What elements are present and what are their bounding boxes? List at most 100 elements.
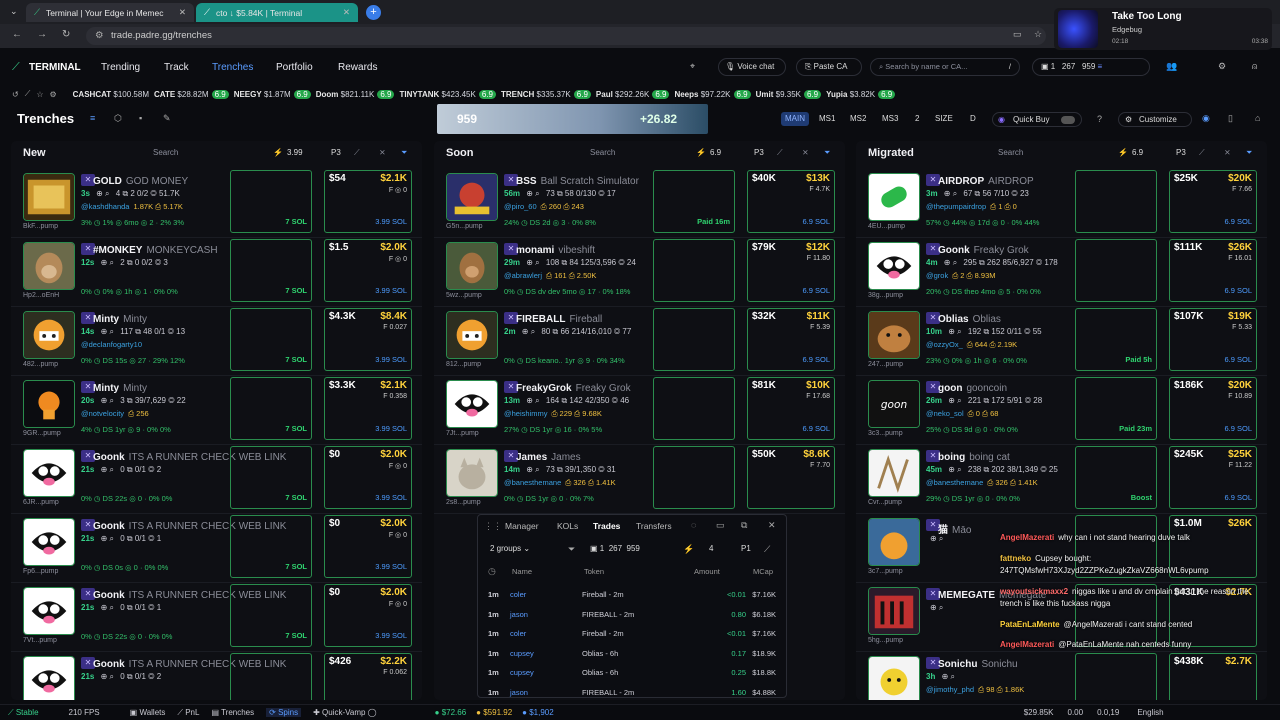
token-card[interactable]: 9GR...pump ✕ Minty Minty 20s ⊕ ⌕ 3 ⧉ 39/7,62… — [11, 376, 422, 445]
social-icons[interactable]: ⊕ ⌕ — [946, 327, 964, 336]
chart-icon[interactable]: ⟋ — [354, 148, 360, 158]
buy-sol-button[interactable]: 3.99 SOL — [375, 631, 407, 640]
column-amount[interactable]: 3.99 — [287, 148, 303, 157]
social-icons[interactable]: ⊕ ⌕ — [930, 534, 943, 543]
creator-handle[interactable]: @neko_sol — [926, 409, 964, 418]
quick-buy-box[interactable]: 7 SOL — [230, 308, 312, 371]
social-icons[interactable]: ⊕ ⌕ — [98, 534, 116, 543]
promo-banner[interactable]: 959 +26.82 — [437, 104, 708, 134]
lightning-icon[interactable]: ⚡ — [273, 148, 283, 157]
buy-sol-button[interactable]: 6.9 SOL — [802, 424, 830, 433]
chat-user[interactable]: PataEnLaMente — [1000, 620, 1060, 629]
quick-buy-box[interactable]: 7 SOL — [230, 515, 312, 578]
social-icons[interactable]: ⊕ ⌕ — [930, 603, 943, 612]
social-icons[interactable]: ⊕ ⌕ — [942, 258, 960, 267]
preset-ms2[interactable]: MS2 — [846, 112, 870, 126]
token-avatar[interactable] — [868, 587, 920, 635]
filter-icon[interactable]: ⏷ — [824, 148, 830, 158]
back-icon[interactable]: ← — [12, 29, 22, 40]
bookmark-icon[interactable]: ☆ — [1034, 29, 1042, 40]
token-avatar[interactable] — [868, 242, 920, 290]
filter-icon[interactable]: ⏷ — [401, 148, 407, 158]
column-amount[interactable]: 6.9 — [1132, 148, 1143, 157]
buy-sol-button[interactable]: 3.99 SOL — [375, 217, 407, 226]
spins-button[interactable]: ⟳ Spins — [266, 708, 302, 717]
token-symbol[interactable]: Minty — [93, 314, 119, 325]
buy-sol-button[interactable]: 6.9 SOL — [1224, 217, 1252, 226]
token-avatar[interactable] — [23, 311, 75, 359]
notification-icon[interactable]: ◌ — [691, 520, 696, 530]
social-icons[interactable]: ⊕ ⌕ — [524, 258, 542, 267]
quick-buy-box[interactable] — [653, 239, 735, 302]
token-symbol[interactable]: Goonk — [938, 245, 970, 256]
browser-tab-cto[interactable]: ⟋ cto ↓ $5.84K | Terminal ✕ — [196, 3, 358, 22]
social-icons[interactable]: ⊕ ⌕ — [942, 189, 960, 198]
token-card[interactable]: 5wz...pump ✕ monami vibeshift 29m ⊕ ⌕ 108 ⧉ … — [434, 238, 845, 307]
social-icons[interactable]: ⊕ ⌕ — [524, 465, 542, 474]
ticker-item[interactable]: Paul $292.26K 6.9 — [596, 89, 670, 99]
quick-buy-box[interactable]: 7 SOL — [230, 584, 312, 647]
quick-buy-amount[interactable]: 7 SOL — [285, 631, 307, 640]
creator-handle[interactable]: @declanfogarty10 — [81, 340, 142, 349]
column-preset[interactable]: P3 — [754, 148, 764, 157]
token-symbol[interactable]: monami — [516, 245, 554, 256]
chat-user[interactable]: fattneko — [1000, 554, 1031, 563]
token-avatar[interactable] — [446, 173, 498, 221]
preset-ms3[interactable]: MS3 — [878, 112, 902, 126]
quick-buy-box[interactable]: Paid 16m — [653, 170, 735, 233]
token-avatar[interactable] — [868, 173, 920, 221]
users-icon[interactable]: 👥 — [1166, 61, 1177, 72]
token-avatar[interactable] — [23, 518, 75, 566]
column-search[interactable]: Search — [153, 148, 178, 157]
quick-buy-box[interactable] — [1075, 170, 1157, 233]
chat-user[interactable]: AngelMazerati — [1000, 533, 1054, 542]
contract-address[interactable]: 5hg...pump — [868, 637, 903, 644]
quick-buy-amount[interactable]: 7 SOL — [285, 493, 307, 502]
preset-size[interactable]: SIZE — [931, 112, 957, 126]
token-avatar[interactable] — [446, 380, 498, 428]
groups-select[interactable]: 2 groups ⌄ — [490, 544, 530, 553]
quick-buy-box[interactable]: 7 SOL — [230, 170, 312, 233]
social-icons[interactable]: ⊕ ⌕ — [524, 189, 542, 198]
profile-icon[interactable]: ⍝ — [1252, 61, 1257, 72]
buy-sol-button[interactable]: 6.9 SOL — [1224, 355, 1252, 364]
creator-handle[interactable]: @banesthemane — [504, 478, 561, 487]
column-preset[interactable]: P3 — [331, 148, 341, 157]
token-card[interactable]: BkF...pump ✕ GOLD GOD MONEY 3s ⊕ ⌕ 4 ⧉ 2 0/2… — [11, 169, 422, 238]
mute-icon[interactable]: ⨯ — [379, 148, 386, 157]
token-symbol[interactable]: #MONKEY — [93, 245, 142, 256]
creator-handle[interactable]: @banesthemane — [926, 478, 983, 487]
buy-sol-button[interactable]: 3.99 SOL — [375, 562, 407, 571]
contract-address[interactable]: 7Jt...pump — [446, 430, 479, 437]
contract-address[interactable]: 482...pump — [23, 361, 58, 368]
install-app-icon[interactable]: ▭ — [1013, 29, 1022, 40]
quick-buy-amount[interactable]: Paid 23m — [1119, 424, 1152, 433]
token-avatar[interactable] — [868, 311, 920, 359]
token-avatar[interactable] — [446, 311, 498, 359]
chat-user[interactable]: AngelMazerati — [1000, 640, 1054, 649]
settings-icon[interactable]: ⚙ — [1218, 61, 1226, 72]
voice-chat-button[interactable]: 🎙 Voice chat — [718, 58, 786, 76]
token-card[interactable]: Hp2...oEnH ✕ #MONKEY MONKEYCASH 12s ⊕ ⌕ 2 ⧉ … — [11, 238, 422, 307]
column-search[interactable]: Search — [590, 148, 615, 157]
contract-address[interactable]: 38g...pump — [868, 292, 903, 299]
quick-buy-amount[interactable]: 7 SOL — [285, 562, 307, 571]
quick-buy-box[interactable]: 7 SOL — [230, 446, 312, 509]
trade-row[interactable]: 1m cupsey Oblias - 6h 0.25 $18.8K — [482, 663, 782, 683]
quick-buy-box[interactable]: Paid 5h — [1075, 308, 1157, 371]
creator-handle[interactable]: @grok — [926, 271, 948, 280]
token-card[interactable]: Fp6...pump ✕ Goonk ITS A RUNNER CHECK WEB L… — [11, 514, 422, 583]
close-icon[interactable]: ✕ — [768, 520, 776, 531]
contract-address[interactable]: 812...pump — [446, 361, 481, 368]
social-icons[interactable]: ⊕ ⌕ — [98, 465, 116, 474]
bell-icon[interactable]: ⌂ — [1255, 113, 1260, 123]
creator-handle[interactable]: @abrawlerj — [504, 271, 542, 280]
brand-name[interactable]: TERMINAL — [29, 62, 81, 73]
token-symbol[interactable]: MEMEGATE — [938, 590, 995, 601]
social-icons[interactable]: ⊕ ⌕ — [946, 465, 964, 474]
bookmark-icon[interactable]: ▯ — [1228, 113, 1233, 124]
close-tab-icon[interactable]: ✕ — [343, 7, 350, 18]
ticker-item[interactable]: NEEGY $1.87M 6.9 — [234, 89, 311, 99]
social-icons[interactable]: ⊕ ⌕ — [946, 396, 964, 405]
quick-buy-box[interactable]: 7 SOL — [230, 377, 312, 440]
